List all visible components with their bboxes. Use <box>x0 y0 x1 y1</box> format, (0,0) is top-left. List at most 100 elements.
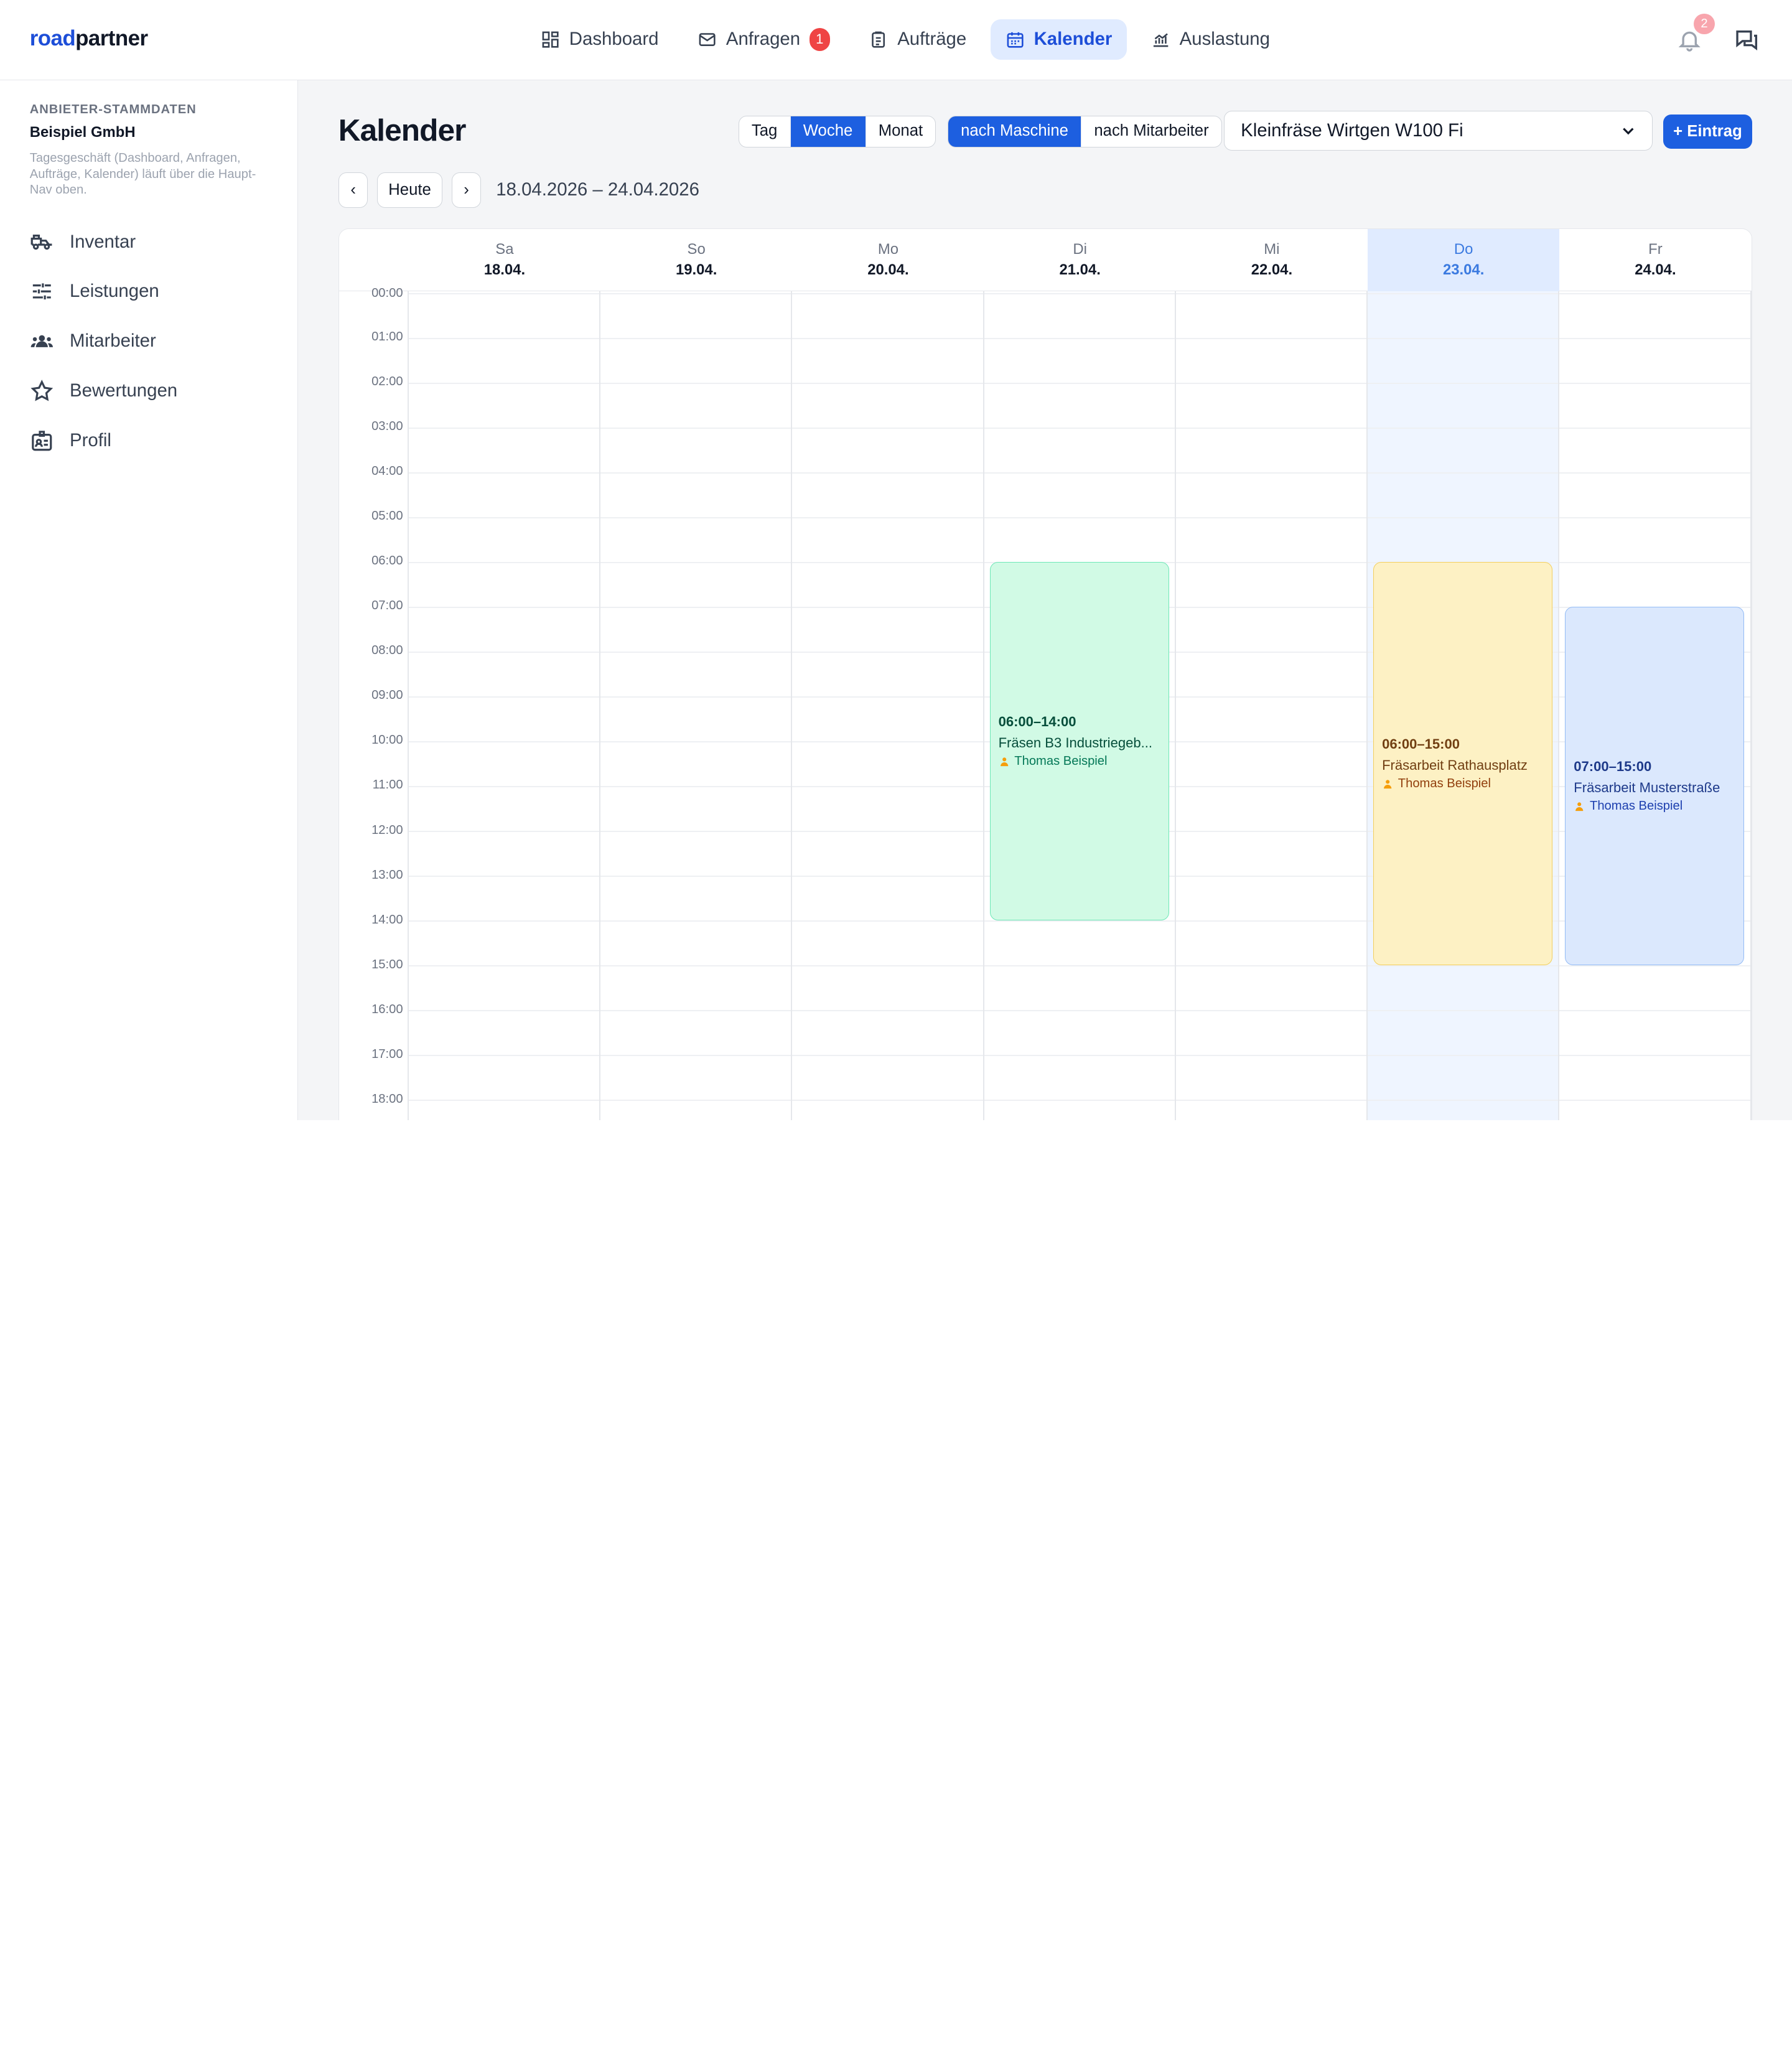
view-switcher: Tag Woche Monat <box>738 115 936 147</box>
hour-gridline <box>408 428 1752 429</box>
clipboard-icon <box>872 31 885 48</box>
sidebar-item-label: Bewertungen <box>70 380 178 401</box>
person-icon <box>1000 757 1008 766</box>
sliders-icon <box>32 283 51 300</box>
hour-gridline <box>408 1055 1752 1057</box>
group-option-mitarbeiter[interactable]: nach Mitarbeiter <box>1081 116 1221 147</box>
machine-select[interactable]: Kleinfräse Wirtgen W100 Fi <box>1224 111 1653 151</box>
calendar-event[interactable]: 07:00–15:00 Fräsarbeit Musterstraße Thomas… <box>1565 607 1745 966</box>
nav-kalender-label: Kalender <box>1034 29 1113 50</box>
chat-icon <box>1736 30 1757 51</box>
nav-anfragen-label: Anfragen <box>726 29 801 50</box>
group-option-maschine[interactable]: nach Maschine <box>948 116 1082 147</box>
day-header[interactable]: Di 21.04. <box>984 229 1176 291</box>
day-date: 24.04. <box>1635 261 1676 279</box>
day-header[interactable]: Fr 24.04. <box>1559 229 1751 291</box>
week-calendar: Sa 18.04. So 19.04. Mo 20.04. Di 21.04. Mi 22.04.… <box>338 228 1753 1121</box>
hour-gridline <box>408 383 1752 385</box>
day-date: 20.04. <box>867 261 909 279</box>
day-column-divider <box>982 291 984 1121</box>
sidebar: ANBIETER-STAMMDATEN Beispiel GmbH Tagesg… <box>0 80 299 1121</box>
time-label: 12:00 <box>371 823 403 837</box>
time-label: 09:00 <box>371 688 403 703</box>
sidebar-menu: Inventar Leistungen Mitarbeiter Bewertun… <box>30 217 268 466</box>
time-label: 17:00 <box>371 1047 403 1061</box>
day-name: Mo <box>877 240 898 258</box>
time-label: 18:00 <box>371 1092 403 1106</box>
sidebar-item-label: Mitarbeiter <box>70 330 156 352</box>
nav-auslastung[interactable]: Auslastung <box>1136 19 1285 59</box>
main-content: Kalender Tag Woche Monat nach Maschine n… <box>298 80 1792 1121</box>
add-entry-button[interactable]: + Eintrag <box>1663 114 1753 149</box>
day-name: Fr <box>1648 240 1663 258</box>
day-column-divider <box>407 291 409 1121</box>
day-header[interactable]: So 19.04. <box>600 229 792 291</box>
brand-logo[interactable]: roadpartner <box>30 26 148 51</box>
anfragen-count-badge: 1 <box>809 27 830 51</box>
prev-week-button[interactable]: ‹ <box>338 172 368 208</box>
day-column-divider <box>1174 291 1176 1121</box>
sidebar-item-label: Leistungen <box>70 281 159 302</box>
day-header[interactable]: Sa 18.04. <box>409 229 600 291</box>
event-person-name: Thomas Beispiel <box>1398 777 1491 791</box>
view-option-tag[interactable]: Tag <box>739 116 791 147</box>
time-label: 16:00 <box>371 1002 403 1016</box>
page-title: Kalender <box>338 113 467 147</box>
calendar-header: Sa 18.04. So 19.04. Mo 20.04. Di 21.04. Mi 22.04.… <box>338 229 1752 291</box>
event-time: 06:00–14:00 <box>998 714 1076 730</box>
star-icon <box>30 380 53 401</box>
nav-kalender[interactable]: Kalender <box>990 19 1127 60</box>
calendar-event[interactable]: 06:00–14:00 Fräsen B3 Industriegeb... Thom… <box>989 562 1169 921</box>
sidebar-item-mitarbeiter[interactable]: Mitarbeiter <box>30 316 268 366</box>
nav-auslastung-label: Auslastung <box>1179 29 1270 50</box>
nav-auftraege-label: Aufträge <box>897 29 967 50</box>
top-icons: 2 <box>1673 14 1762 59</box>
view-option-monat[interactable]: Monat <box>866 116 936 147</box>
sidebar-item-leistungen[interactable]: Leistungen <box>30 266 268 316</box>
day-column-divider <box>599 291 601 1121</box>
sidebar-item-profil[interactable]: Profil <box>30 416 268 465</box>
day-header[interactable]: Mo 20.04. <box>792 229 984 291</box>
mail-icon <box>699 32 716 46</box>
day-date: 22.04. <box>1251 261 1293 279</box>
machine-select-value: Kleinfräse Wirtgen W100 Fi <box>1241 120 1463 141</box>
nav-anfragen[interactable]: Anfragen 1 <box>683 19 845 59</box>
nav-auftraege[interactable]: Aufträge <box>854 19 981 59</box>
users-icon <box>30 335 53 347</box>
time-label: 02:00 <box>371 375 403 389</box>
event-time: 07:00–15:00 <box>1574 759 1652 775</box>
view-option-woche[interactable]: Woche <box>790 116 866 147</box>
next-week-button[interactable]: › <box>451 172 482 208</box>
nav-dashboard[interactable]: Dashboard <box>526 19 673 59</box>
brand-logo-part1: road <box>29 26 76 51</box>
day-header[interactable]: Do 23.04. <box>1368 229 1560 291</box>
calendar-event[interactable]: 06:00–15:00 Fräsarbeit Rathausplatz Thomas… <box>1373 562 1553 966</box>
event-person-name: Thomas Beispiel <box>1014 754 1108 769</box>
notifications-count-badge: 2 <box>1694 14 1715 35</box>
event-person-name: Thomas Beispiel <box>1590 799 1683 813</box>
messages-button[interactable] <box>1730 21 1762 59</box>
today-button[interactable]: Heute <box>377 172 442 208</box>
date-range-label: 18.04.2026 – 24.04.2026 <box>496 179 699 200</box>
day-header[interactable]: Mi 22.04. <box>1176 229 1368 291</box>
notifications-button[interactable]: 2 <box>1673 14 1715 59</box>
day-date: 19.04. <box>675 261 717 279</box>
person-icon <box>1575 802 1584 811</box>
chart-icon <box>1153 33 1169 47</box>
time-label: 08:00 <box>371 643 403 658</box>
sidebar-item-label: Inventar <box>70 231 136 252</box>
sidebar-item-bewertungen[interactable]: Bewertungen <box>30 366 268 416</box>
sidebar-item-inventar[interactable]: Inventar <box>30 217 268 267</box>
id-card-icon <box>31 431 52 451</box>
truck-icon <box>30 235 52 250</box>
top-bar: roadpartner Dashboard Anfragen 1 Aufträg… <box>0 0 1792 80</box>
event-title: Fräsarbeit Musterstraße <box>1574 779 1720 795</box>
day-column-divider <box>1558 291 1560 1121</box>
calendar-icon <box>1007 32 1024 48</box>
calendar-grid[interactable]: 00:00 01:00 02:00 03:00 04:00 05:00 06:00 07:00… <box>339 286 1752 1121</box>
hour-gridline <box>408 1010 1752 1012</box>
day-date: 21.04. <box>1059 261 1101 279</box>
nav-dashboard-label: Dashboard <box>569 29 659 50</box>
hour-gridline <box>408 517 1752 519</box>
time-label: 06:00 <box>371 554 403 568</box>
